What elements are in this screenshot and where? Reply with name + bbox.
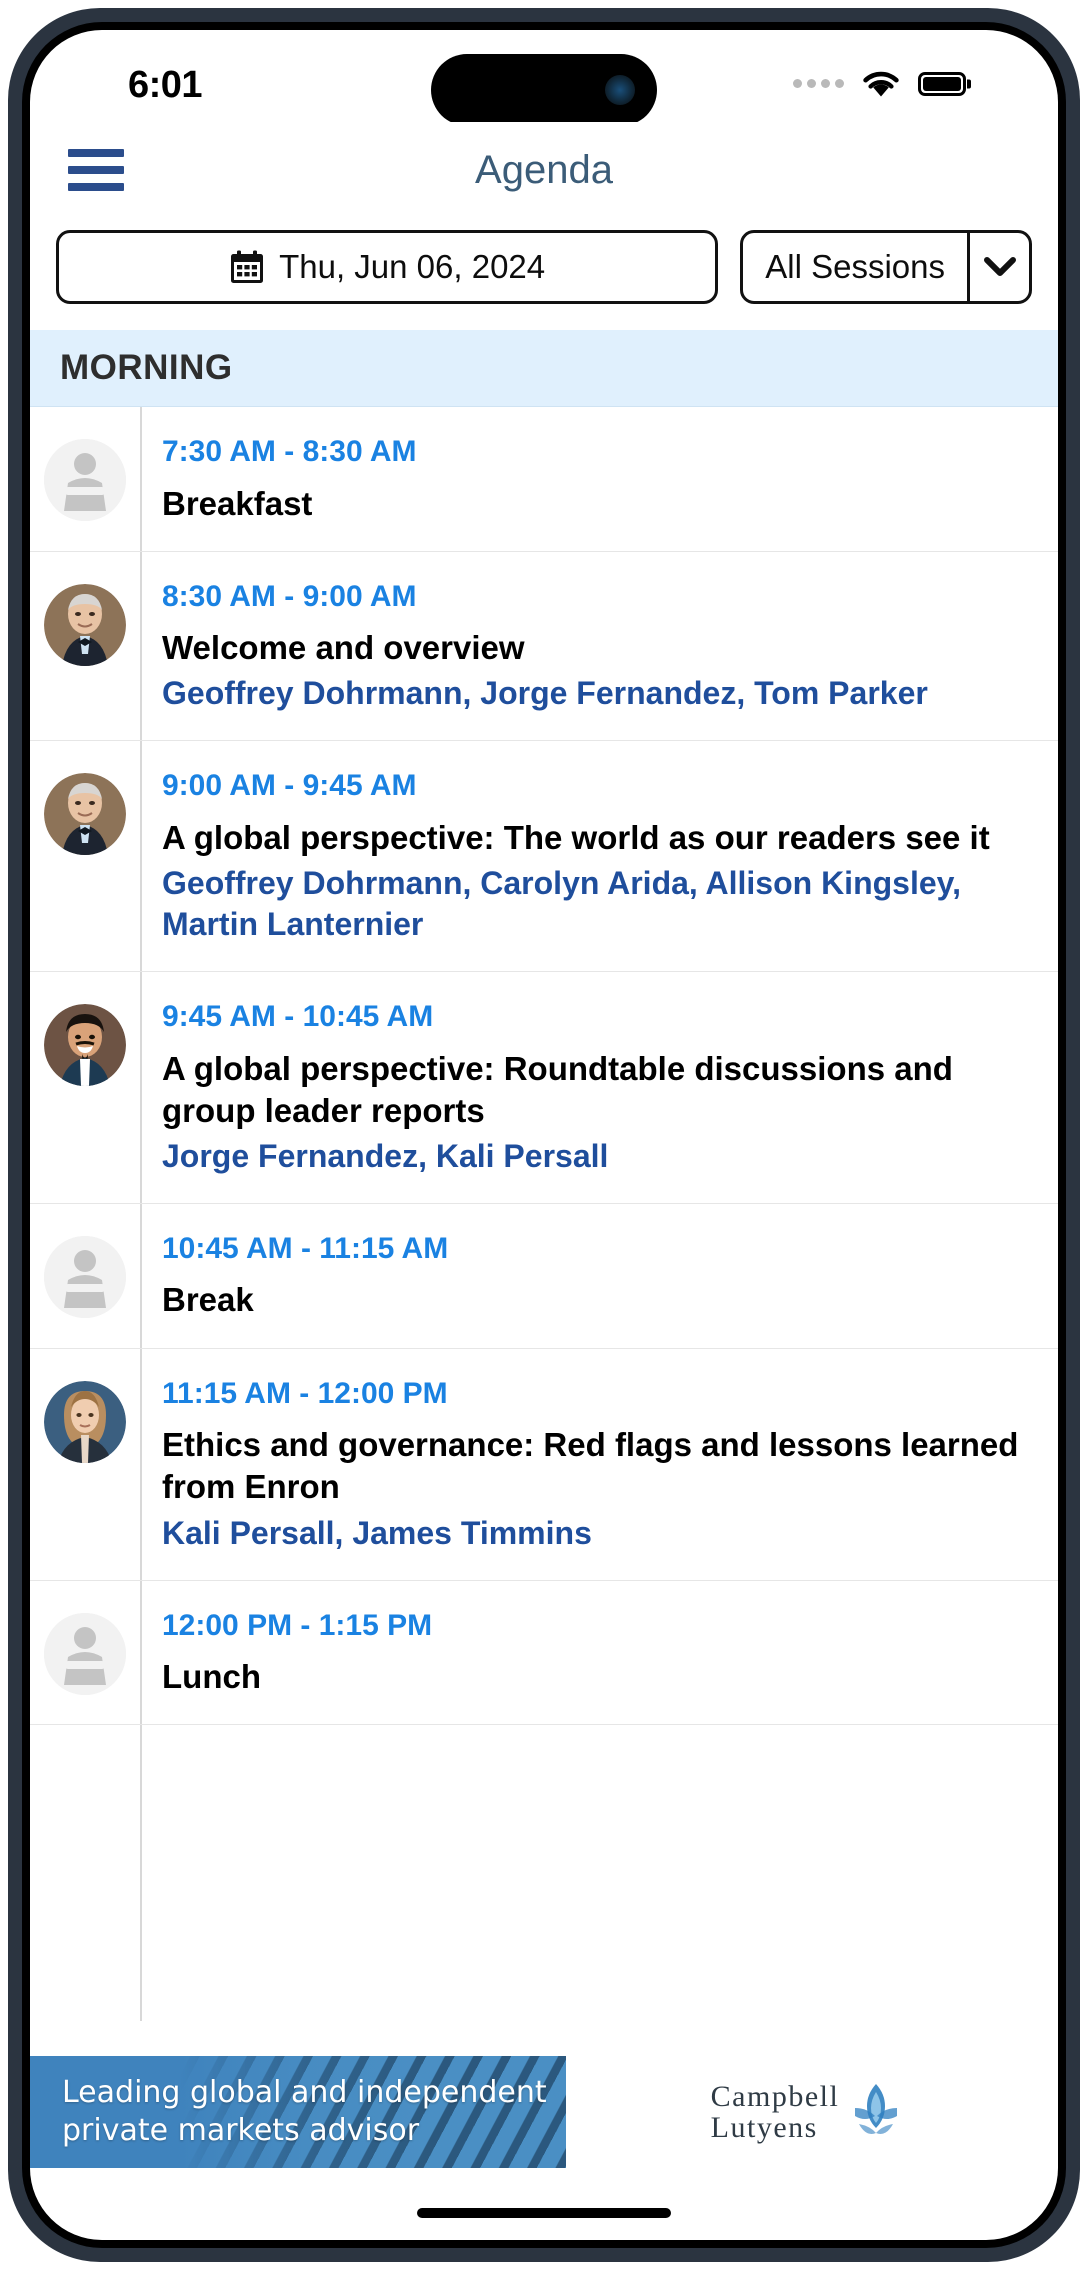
sponsor-logo-line1: Campbell <box>710 2079 840 2113</box>
agenda-time: 9:45 AM - 10:45 AM <box>162 1000 434 1034</box>
sponsor-logo-text: Campbell Lutyens <box>710 2079 840 2144</box>
front-camera-icon <box>605 75 635 105</box>
agenda-title: A global perspective: Roundtable discuss… <box>162 1049 953 1129</box>
sponsor-artwork: Leading global and independent private m… <box>30 2056 566 2168</box>
avatar-wrap <box>30 767 140 856</box>
phone-bezel: 6:01 Agenda Thu, Jun 06, 2024 All Sessio… <box>22 22 1066 2248</box>
agenda-title: A global perspective: The world as our r… <box>162 818 990 856</box>
agenda-title: Break <box>162 1281 254 1319</box>
podium-placeholder-icon <box>44 1612 126 1695</box>
agenda-time: 11:15 AM - 12:00 PM <box>162 1376 448 1410</box>
agenda-item[interactable]: 10:45 AM - 11:15 AM Break <box>30 1204 1058 1349</box>
hamburger-line <box>68 149 124 157</box>
agenda-body: 12:00 PM - 1:15 PM Lunch <box>140 1607 1028 1699</box>
agenda-speakers[interactable]: Geoffrey Dohrmann, Jorge Fernandez, Tom … <box>162 673 1028 714</box>
date-picker-label: Thu, Jun 06, 2024 <box>279 248 546 285</box>
avatar-wrap <box>30 1607 140 1695</box>
agenda-body: 9:00 AM - 9:45 AM A global perspective: … <box>140 767 1028 945</box>
page-title: Agenda <box>475 147 613 192</box>
section-header-morning: MORNING <box>30 330 1058 407</box>
agenda-list[interactable]: 7:30 AM - 8:30 AM Breakfast 8:30 AM - 9:… <box>30 407 1058 2021</box>
agenda-item[interactable]: 8:30 AM - 9:00 AM Welcome and overview G… <box>30 552 1058 742</box>
status-indicators <box>793 68 966 99</box>
battery-icon <box>918 71 966 96</box>
campbell-lutyens-leaf-icon <box>853 2082 899 2143</box>
avatar-wrap <box>30 1230 140 1318</box>
home-indicator <box>417 2208 671 2218</box>
agenda-time: 7:30 AM - 8:30 AM <box>162 435 417 468</box>
hamburger-line <box>68 183 124 191</box>
dynamic-island <box>431 54 657 126</box>
agenda-time: 12:00 PM - 1:15 PM <box>162 1608 433 1642</box>
agenda-title: Lunch <box>162 1658 261 1696</box>
avatar-wrap <box>30 1375 140 1463</box>
agenda-title: Welcome and overview <box>162 629 525 667</box>
status-bar: 6:01 <box>30 30 1058 126</box>
status-time: 6:01 <box>128 64 203 106</box>
agenda-body: 9:45 AM - 10:45 AM A global perspective:… <box>140 998 1028 1177</box>
avatar-wrap <box>30 578 140 666</box>
session-filter-value: All Sessions <box>765 248 945 285</box>
agenda-item[interactable]: 7:30 AM - 8:30 AM Breakfast <box>30 407 1058 552</box>
avatar-wrap <box>30 433 140 521</box>
phone-frame: 6:01 Agenda Thu, Jun 06, 2024 All Sessio… <box>8 8 1080 2262</box>
hamburger-menu-icon[interactable] <box>68 149 124 191</box>
wifi-icon <box>860 68 902 99</box>
app-header: Agenda <box>30 122 1058 218</box>
agenda-speakers[interactable]: Geoffrey Dohrmann, Carolyn Arida, Alliso… <box>162 863 1028 945</box>
agenda-item[interactable]: 11:15 AM - 12:00 PM Ethics and governanc… <box>30 1349 1058 1581</box>
agenda-title: Breakfast <box>162 484 313 522</box>
speaker-photo-kali-persall <box>44 1380 126 1463</box>
section-header-label: MORNING <box>60 348 233 387</box>
sponsor-logo-line2: Lutyens <box>710 2111 818 2144</box>
speaker-photo-geoffrey-dohrmann <box>44 583 126 666</box>
speaker-photo-geoffrey-dohrmann <box>44 773 126 856</box>
agenda-speakers[interactable]: Jorge Fernandez, Kali Persall <box>162 1136 1028 1177</box>
filter-row: Thu, Jun 06, 2024 All Sessions <box>30 218 1058 330</box>
agenda-body: 10:45 AM - 11:15 AM Break <box>140 1230 1028 1322</box>
date-picker-button[interactable]: Thu, Jun 06, 2024 <box>56 230 719 304</box>
sponsor-logo[interactable]: Campbell Lutyens <box>566 2056 1058 2168</box>
hamburger-line <box>68 166 124 174</box>
agenda-time: 9:00 AM - 9:45 AM <box>162 769 417 803</box>
agenda-body: 7:30 AM - 8:30 AM Breakfast <box>140 433 1028 525</box>
phone-screen: 6:01 Agenda Thu, Jun 06, 2024 All Sessio… <box>30 30 1058 2240</box>
chevron-down-icon[interactable] <box>967 233 1029 301</box>
speaker-photo-jorge-fernandez <box>44 1004 126 1087</box>
agenda-speakers[interactable]: Kali Persall, James Timmins <box>162 1513 1028 1554</box>
sponsor-banner[interactable]: Leading global and independent private m… <box>30 2056 1058 2168</box>
signal-dots-icon <box>793 79 844 88</box>
battery-fill <box>923 76 961 91</box>
agenda-time: 10:45 AM - 11:15 AM <box>162 1231 449 1265</box>
session-filter-select[interactable]: All Sessions <box>740 230 1032 304</box>
sponsor-tagline: Leading global and independent private m… <box>62 2074 547 2148</box>
agenda-title: Ethics and governance: Red flags and les… <box>162 1426 1019 1506</box>
podium-placeholder-icon <box>44 1235 126 1318</box>
agenda-body: 8:30 AM - 9:00 AM Welcome and overview G… <box>140 578 1028 715</box>
agenda-item[interactable]: 12:00 PM - 1:15 PM Lunch <box>30 1581 1058 1726</box>
agenda-item[interactable]: 9:00 AM - 9:45 AM A global perspective: … <box>30 741 1058 973</box>
agenda-body: 11:15 AM - 12:00 PM Ethics and governanc… <box>140 1375 1028 1554</box>
agenda-item[interactable]: 9:45 AM - 10:45 AM A global perspective:… <box>30 972 1058 1204</box>
agenda-time: 8:30 AM - 9:00 AM <box>162 579 417 613</box>
avatar-wrap <box>30 998 140 1087</box>
podium-placeholder-icon <box>44 439 126 521</box>
calendar-icon <box>229 249 265 285</box>
